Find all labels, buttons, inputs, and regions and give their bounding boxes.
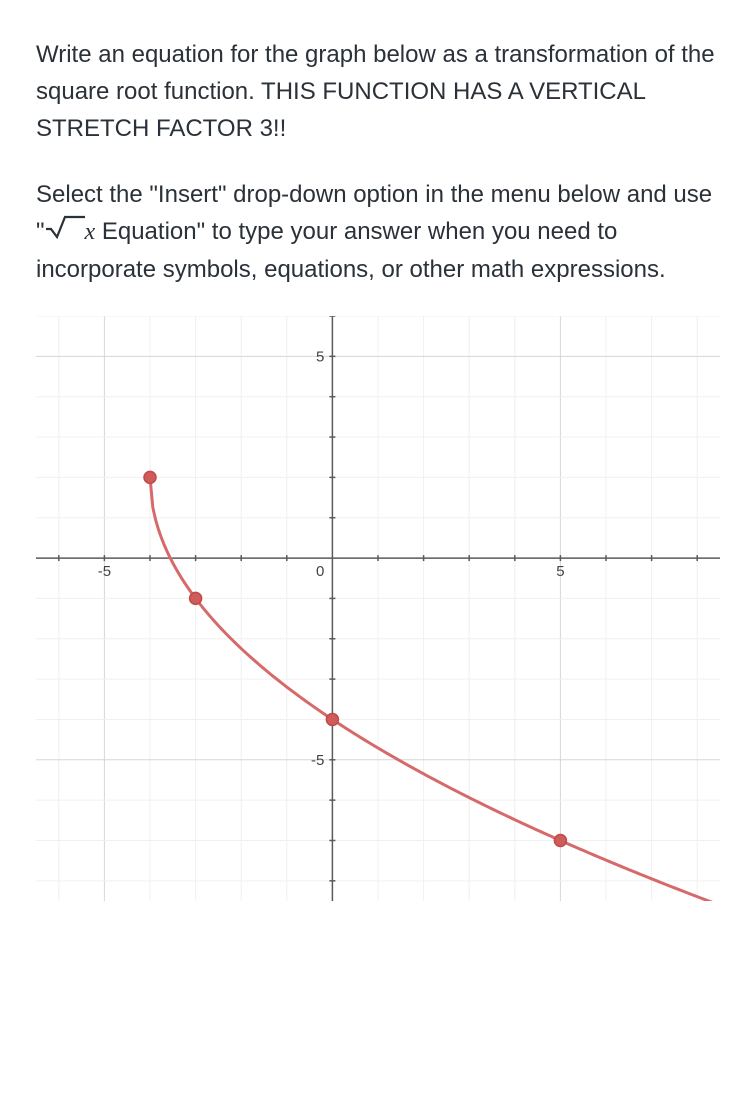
sqrt-icon — [45, 215, 85, 239]
y-tick-label: -5 — [311, 752, 324, 769]
data-point — [554, 835, 566, 847]
question-paragraph-1: Write an equation for the graph below as… — [36, 36, 720, 148]
para2-text-b: Equation" to type your answer when you n… — [36, 218, 666, 283]
y-tick-label: 5 — [316, 348, 324, 365]
data-point — [190, 593, 202, 605]
function-curve — [150, 478, 720, 902]
x-tick-label: 5 — [556, 563, 564, 580]
question-paragraph-2: Select the "Insert" drop-down option in … — [36, 176, 720, 289]
origin-label: 0 — [316, 563, 324, 580]
x-tick-label: -5 — [98, 563, 111, 580]
data-point — [144, 472, 156, 484]
sqrt-radicand: x — [85, 219, 96, 245]
graph-plot: -5 5 -5 5 0 — [36, 316, 720, 901]
data-point — [326, 714, 338, 726]
